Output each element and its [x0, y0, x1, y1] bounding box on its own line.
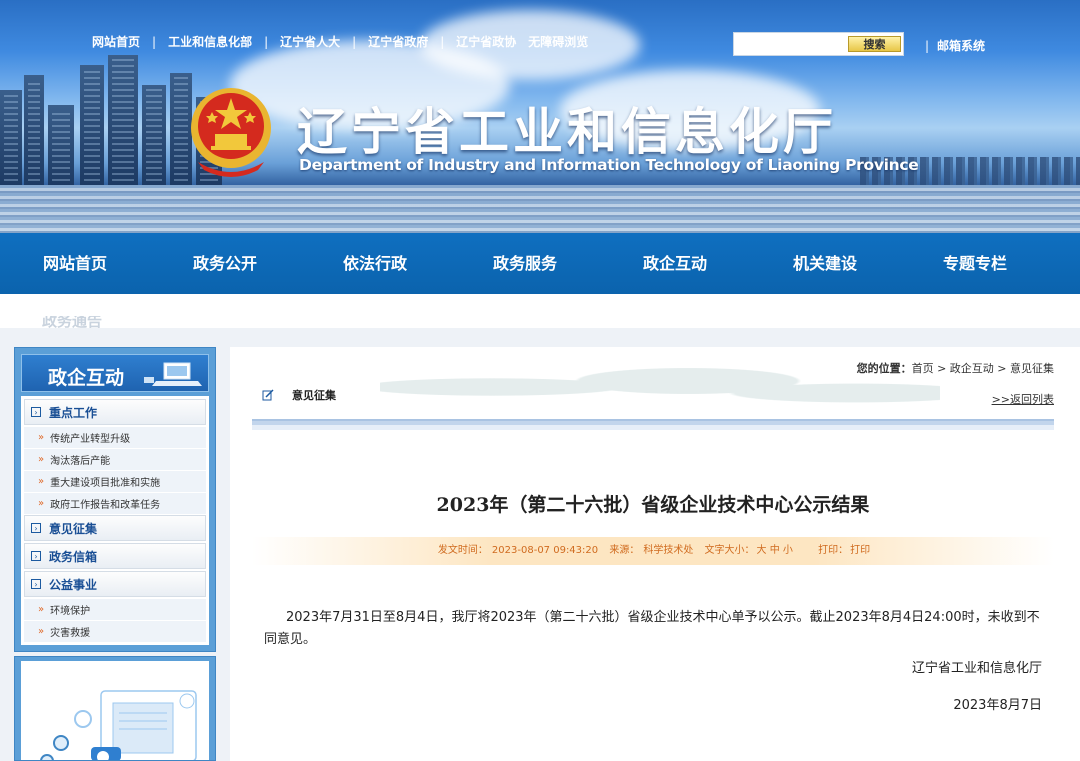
top-link-home[interactable]: 网站首页 — [92, 33, 140, 50]
mail-link[interactable]: 邮箱系统 — [937, 39, 985, 53]
sidebar-item[interactable]: » 重大建设项目批准和实施 — [24, 471, 206, 493]
expand-icon: › — [31, 407, 41, 417]
breadcrumb-label: 您的位置： — [856, 362, 912, 375]
mail-link-wrap: | 邮箱系统 — [925, 37, 985, 54]
font-size-medium[interactable]: 中 — [770, 545, 780, 556]
breadcrumb-path[interactable]: 首页 > 政企互动 > 意见征集 — [912, 362, 1054, 375]
search-button[interactable]: 搜索 — [848, 36, 901, 52]
bullet-icon: » — [38, 626, 45, 637]
article-date: 2023年8月7日 — [953, 698, 1042, 713]
river — [0, 185, 1080, 233]
sidebar-item[interactable]: » 传统产业转型升级 — [24, 427, 206, 449]
font-size-large[interactable]: 大 — [757, 545, 767, 556]
separator: | — [925, 39, 930, 53]
bullet-icon: » — [38, 604, 45, 615]
publish-time-label: 发文时间： — [437, 545, 488, 556]
sidebar: 政企互动 › 重点工作 » 传统产业转型升级 » 淘汰落后产能 » 重大建设项目批准和… — [14, 347, 216, 652]
sidebar-group-label: 意见征集 — [49, 521, 98, 536]
sidebar-item[interactable]: » 政府工作报告和改革任务 — [24, 493, 206, 515]
top-links: 网站首页 | 工业和信息化部 | 辽宁省人大 | 辽宁省政府 | 辽宁省政协 无… — [92, 33, 588, 50]
source-label: 来源： — [609, 545, 640, 556]
sidebar-item-label: 灾害救援 — [50, 628, 91, 639]
online-service-illustration-icon — [40, 690, 197, 760]
site-title: 辽宁省工业和信息化厅 — [297, 103, 837, 161]
nav-law[interactable]: 依法行政 — [300, 233, 450, 294]
nav-organ[interactable]: 机关建设 — [750, 233, 900, 294]
sidebar-item-label: 重大建设项目批准和实施 — [50, 478, 161, 489]
expand-icon: › — [31, 523, 41, 533]
edit-icon — [262, 389, 274, 401]
sidebar-header: 政企互动 — [21, 354, 209, 392]
sidebar-group-mailbox[interactable]: › 政务信箱 — [24, 543, 206, 569]
top-link-miit[interactable]: 工业和信息化部 — [168, 33, 252, 50]
sidebar-group-label: 政务信箱 — [49, 549, 98, 564]
sidebar-group-key-work[interactable]: › 重点工作 — [24, 399, 206, 425]
separator: | — [352, 34, 357, 49]
section-title: 意见征集 — [292, 389, 336, 402]
print-link[interactable]: 打印 — [850, 545, 870, 556]
promo-banner[interactable] — [21, 661, 209, 760]
sidebar-item[interactable]: » 淘汰落后产能 — [24, 449, 206, 471]
site-subtitle: Department of Industry and Information T… — [299, 156, 919, 174]
top-link-cppcc[interactable]: 辽宁省政协 — [456, 33, 516, 50]
source: 来源： 科学技术处 — [607, 545, 695, 556]
bullet-icon: » — [38, 476, 45, 487]
sidebar-item-label: 淘汰落后产能 — [50, 456, 111, 467]
notice-strip — [0, 294, 1080, 328]
search-box: 搜索 — [733, 32, 904, 56]
separator: | — [264, 34, 269, 49]
sidebar-item[interactable]: » 环境保护 — [24, 599, 206, 621]
breadcrumb: 您的位置：首页 > 政企互动 > 意见征集 — [857, 360, 1054, 376]
top-link-accessibility[interactable]: 无障碍浏览 — [528, 33, 588, 50]
print-label: 打印： — [818, 545, 849, 556]
font-size-small[interactable]: 小 — [783, 545, 793, 556]
bullet-icon: » — [38, 432, 45, 443]
header-banner: 网站首页 | 工业和信息化部 | 辽宁省人大 | 辽宁省政府 | 辽宁省政协 无… — [0, 0, 1080, 233]
publish-time: 发文时间： 2023-08-07 09:43:20 — [436, 545, 600, 556]
nav-interaction[interactable]: 政企互动 — [600, 233, 750, 294]
publish-time-value: 2023-08-07 09:43:20 — [491, 545, 599, 556]
search-input[interactable] — [736, 35, 846, 53]
article-meta: 发文时间： 2023-08-07 09:43:20 来源： 科学技术处 文字大小：大… — [252, 537, 1054, 565]
sidebar-menu: › 重点工作 » 传统产业转型升级 » 淘汰落后产能 » 重大建设项目批准和实施 » 政… — [21, 396, 209, 645]
font-size-control: 文字大小：大 中 小 — [703, 545, 793, 556]
back-to-list-link[interactable]: >>返回列表 — [992, 391, 1054, 407]
print-control: 打印： 打印 — [816, 545, 870, 556]
sidebar-item-label: 环境保护 — [50, 606, 91, 617]
article-panel: 您的位置：首页 > 政企互动 > 意见征集 意见征集 >>返回列表 2023年（… — [230, 347, 1080, 761]
expand-icon: › — [31, 551, 41, 561]
nav-home[interactable]: 网站首页 — [0, 233, 150, 294]
source-value: 科学技术处 — [643, 545, 694, 556]
article-signature: 辽宁省工业和信息化厅 — [911, 661, 1042, 676]
sidebar-group-public-welfare[interactable]: › 公益事业 — [24, 571, 206, 597]
separator: | — [152, 34, 157, 49]
top-link-gov[interactable]: 辽宁省政府 — [368, 33, 428, 50]
sidebar-group-label: 重点工作 — [49, 405, 98, 420]
sidebar-group-label: 公益事业 — [49, 577, 98, 592]
national-emblem-icon — [191, 88, 271, 177]
bullet-icon: » — [38, 454, 45, 465]
sidebar-title: 政企互动 — [48, 367, 125, 389]
nav-services[interactable]: 政务服务 — [450, 233, 600, 294]
separator: | — [440, 34, 445, 49]
font-size-label: 文字大小： — [704, 545, 755, 556]
sidebar-item-label: 传统产业转型升级 — [50, 434, 131, 445]
sidebar-item[interactable]: » 灾害救援 — [24, 621, 206, 643]
top-link-npc[interactable]: 辽宁省人大 — [280, 33, 340, 50]
sidebar-promo — [14, 656, 216, 761]
section-header: 意见征集 — [262, 387, 336, 403]
main-nav: 网站首页 政务公开 依法行政 政务服务 政企互动 机关建设 专题专栏 — [0, 233, 1080, 294]
article-body: 2023年7月31日至8月4日，我厅将2023年（第二十六批）省级企业技术中心单… — [264, 610, 1040, 647]
article-title: 2023年（第二十六批）省级企业技术中心公示结果 — [436, 494, 870, 516]
bullet-icon: » — [38, 498, 45, 509]
section-divider — [252, 419, 1054, 433]
laptop-icon — [144, 362, 202, 386]
nav-gov-affairs[interactable]: 政务公开 — [150, 233, 300, 294]
sidebar-group-opinion[interactable]: › 意见征集 — [24, 515, 206, 541]
sidebar-item-label: 政府工作报告和改革任务 — [50, 500, 161, 511]
expand-icon: › — [31, 579, 41, 589]
nav-special[interactable]: 专题专栏 — [900, 233, 1050, 294]
